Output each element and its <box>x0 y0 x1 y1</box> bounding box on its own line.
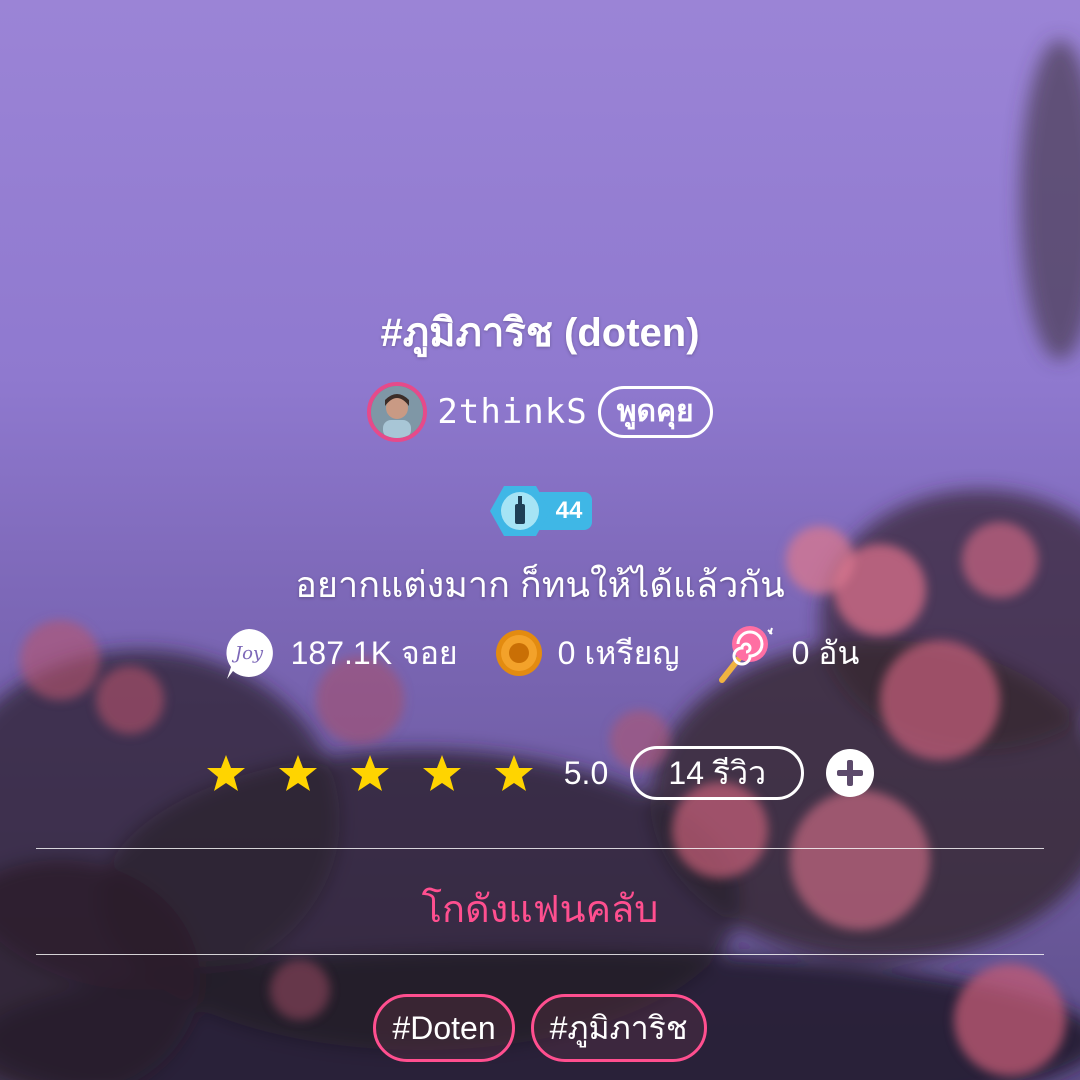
star-icon <box>350 755 389 791</box>
add-review-button[interactable] <box>826 749 875 797</box>
coin-stat: 0 เหรียญ <box>494 628 680 679</box>
rating-value: 5.0 <box>563 754 609 791</box>
fanclub-link[interactable]: โกดังแฟนคลับ <box>0 878 1080 939</box>
joy-stat: Joy 187.1K จอย <box>221 625 458 681</box>
tags-row: #Doten #ภูมิภาริช <box>0 994 1080 1062</box>
reviews-button[interactable]: 14 รีวิว <box>630 746 805 800</box>
story-bio: อยากแต่งมาก ก็ทนให้ได้แล้วกัน <box>295 564 785 605</box>
level-badge-icon <box>489 486 550 536</box>
plus-icon <box>837 760 864 786</box>
divider-top <box>36 848 1044 849</box>
coin-count: 0 เหรียญ <box>557 634 680 671</box>
joy-count: 187.1K จอย <box>290 634 458 671</box>
rating-row: 5.0 14 รีวิว <box>0 746 1080 800</box>
stats-row: Joy 187.1K จอย 0 เหรียญ 0 อัน <box>0 622 1080 684</box>
author-row: 2thinkS พูดคุย <box>0 382 1080 442</box>
author-level-badge: 44 <box>0 484 1080 538</box>
candy-stat: 0 อัน <box>716 622 860 684</box>
rating-stars <box>206 753 534 793</box>
svg-text:Joy: Joy <box>231 643 264 664</box>
star-icon <box>278 755 317 791</box>
candy-count: 0 อัน <box>791 634 860 671</box>
avatar[interactable] <box>367 382 428 442</box>
chat-button[interactable]: พูดคุย <box>597 386 713 438</box>
divider-bottom <box>36 954 1044 955</box>
tag-doten[interactable]: #Doten <box>373 994 515 1062</box>
story-title: #ภูมิภาริช (doten) <box>380 311 700 355</box>
star-icon <box>494 755 533 791</box>
author-name[interactable]: 2thinkS <box>437 392 587 432</box>
coin-icon <box>495 630 542 676</box>
lollipop-icon <box>718 626 773 683</box>
joy-icon: Joy <box>226 629 273 679</box>
tag-phumipharit[interactable]: #ภูมิภาริช <box>530 994 707 1062</box>
avatar-photo-icon <box>371 386 424 438</box>
star-icon <box>206 755 245 791</box>
star-icon <box>422 755 461 791</box>
